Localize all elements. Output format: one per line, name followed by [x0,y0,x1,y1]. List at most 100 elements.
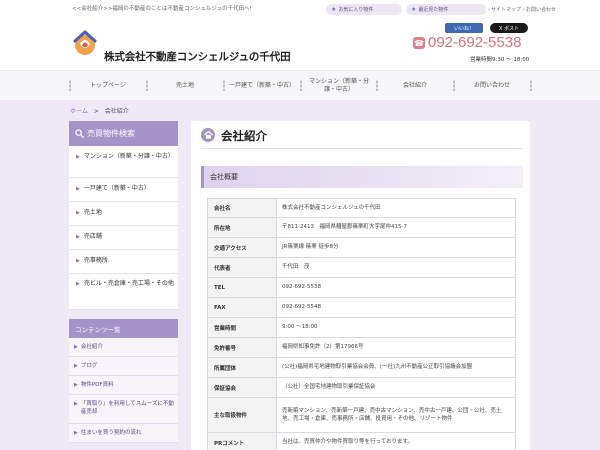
star-icon: ★ [411,6,417,13]
chevron-right-icon: ▶ [74,382,78,388]
row-label: 保証協会 [207,377,277,398]
table-row: 所在地 〒811-2413 福岡県糟屋郡篠栗町大字尾仲415-7 [207,217,516,238]
phone-number[interactable]: 092-692-5538 [428,34,521,51]
inquiry-label: お問い合わせ [526,7,557,13]
nav-item-mansion[interactable]: マンション（新築・分譲・中古） [305,71,373,101]
company-name[interactable]: 株式会社不動産コンシェルジュの千代田 [104,49,291,64]
row-label: PRコメント [207,432,277,450]
sidebar-item-mansion[interactable]: ▶ マンション（新築・分譲・中古） [69,146,178,178]
sitemap-label: サイトマップ [491,7,522,13]
x-post-button[interactable]: X ポスト [490,23,528,33]
star-icon: ★ [331,6,337,13]
inquiry-link[interactable]: ›お問い合わせ [523,6,556,13]
property-search-header: 売買物件検索 [69,121,178,146]
breadcrumb-home[interactable]: ホーム [70,108,88,115]
contents-header: コンテンツ一覧 [69,319,178,338]
sidebar-item-house[interactable]: ▶ 一戸建て（新築・中古） [69,178,178,202]
row-value: 〒811-2413 福岡県糟屋郡篠栗町大字尾仲415-7 [276,217,516,238]
chevron-right-icon: ▶ [76,258,80,264]
row-label: 営業時間 [207,317,277,338]
chevron-right-icon: ▶ [74,344,78,350]
table-row: TEL 092-692-5538 [207,277,516,298]
row-value: 092-692-5538 [276,277,516,298]
property-search-title: 売買物件検索 [87,129,135,138]
chevron-right-icon: ▶ [76,281,80,287]
chevron-right-icon: ▶ [74,430,78,436]
row-value: (公社)福岡県宅地建物取引業協会会員、(一社)九州不動産公正取引協議会加盟 [276,357,516,378]
sidebar-item-land[interactable]: ▶ 売土地 [69,202,178,226]
row-label: 代表者 [207,257,277,278]
nav-item-company[interactable]: 会社紹介 [380,71,450,101]
sitemap-link[interactable]: ›サイトマップ [488,6,521,13]
sidebar-item-label: 売事務所 [83,257,108,264]
sidebar: 売買物件検索 ▶ マンション（新築・分譲・中古） ▶ 一戸建て（新築・中古） ▶… [69,121,178,443]
section-title: 会社概要 [201,166,523,188]
chevron-right-icon: ▶ [76,186,80,192]
contents-item-label: ブログ [80,363,98,369]
row-label: 所属団体 [207,357,277,378]
company-info-table: 会社名 株式会社不動産コンシェルジュの千代田 所在地 〒811-2413 福岡県糟屋… [207,198,516,450]
nav-separator [376,80,378,91]
row-value: 当社は、売買仲介や物件買取り等を行っております。 [276,432,516,450]
table-row: 交通アクセス JR篠栗線 篠栗 徒歩8分 [207,237,516,258]
favorites-button[interactable]: ★ お気に入り物件 [326,4,402,15]
nav-item-top[interactable]: トップページ [73,71,143,101]
global-nav: トップページ 売土地 一戸建て（新築・中古） マンション（新築・分譲・中古） 会… [0,70,600,101]
contents-item-buyback[interactable]: ▶ 「買取り」を利用してスムーズに不動産売却 [69,395,178,424]
favorites-label: お気に入り物件 [338,7,374,13]
table-row: PRコメント 当社は、売買仲介や物件買取り等を行っております。 [207,432,516,450]
chevron-right-icon: ▶ [76,210,80,216]
row-label: FAX [207,297,277,318]
chevron-right-icon: › [523,7,525,13]
table-row: 保証協会 （公社）全国宅地建物取引業保証協会 [207,377,516,398]
top-strip: <<会社紹介>>福岡の不動産のことは不動産コンシェルジュの千代田へ! ★ お気に… [0,0,600,18]
table-row: 営業時間 9:00 ～18:00 [207,317,516,338]
nav-separator [300,80,302,91]
business-hours: 営業時間9:30 ～ 18:00 [470,57,530,63]
table-row: FAX 092-692-5548 [207,297,516,318]
row-value: 千代田 茂 [276,257,516,278]
contents-item-contract-flow[interactable]: ▶ 住まいを買う契約の流れ [69,424,178,443]
row-value: 福岡県知事免許（2）第17966号 [276,337,516,358]
nav-item-house[interactable]: 一戸建て（新築・中古） [227,71,297,101]
row-value: 株式会社不動産コンシェルジュの千代田 [276,198,516,218]
company-logo-icon[interactable] [70,27,100,59]
sidebar-item-shop[interactable]: ▶ 売店舗 [69,226,178,250]
nav-separator [146,80,148,91]
nav-item-land[interactable]: 売土地 [150,71,220,101]
chevron-right-icon: ▶ [74,401,78,407]
row-label: TEL [207,277,277,298]
recent-button[interactable]: ★ 最近見た物件 [406,4,486,15]
row-value: 売新築マンション、売新築一戸建、売中古マンション、売中古一戸建、公団・公社、売土… [276,397,516,433]
contents-item-blog[interactable]: ▶ ブログ [69,357,178,376]
chevron-right-icon: › [488,7,490,13]
table-row: 代表者 千代田 茂 [207,257,516,278]
nav-separator [530,80,532,91]
contents-item-label: 「買取り」を利用してスムーズに不動産売却 [80,401,174,416]
breadcrumb-current: 会社紹介 [104,108,129,115]
contents-item-label: 物件PDF資料 [80,382,114,388]
search-icon [75,129,84,138]
sidebar-item-office[interactable]: ▶ 売事務所 [69,250,178,274]
table-row: 主な取扱物件 売新築マンション、売新築一戸建、売中古マンション、売中古一戸建、公団… [207,397,516,433]
sidebar-item-label: 売ビル・売倉庫・売工場・その他 [83,280,174,287]
title-divider [201,148,523,149]
sidebar-item-label: 売店舗 [83,233,102,240]
main-content: 会社紹介 会社概要 会社名 株式会社不動産コンシェルジュの千代田 所在地 〒811-… [191,121,530,450]
sidebar-item-building[interactable]: ▶ 売ビル・売倉庫・売工場・その他 [69,274,178,310]
contents-item-company[interactable]: ▶ 会社紹介 [69,338,178,357]
table-row: 免許番号 福岡県知事免許（2）第17966号 [207,337,516,358]
row-label: 交通アクセス [207,237,277,258]
contents-list: ▶ 会社紹介 ▶ ブログ ▶ 物件PDF資料 ▶ 「買取り」を利用してスムーズに… [69,338,178,443]
nav-separator [69,80,71,91]
chevron-right-icon: ▶ [76,234,80,240]
contents-item-label: 住まいを買う契約の流れ [80,430,142,436]
facebook-like-button[interactable]: いいね！ [445,23,483,33]
contents-item-label: 会社紹介 [80,344,103,350]
contents-item-pdf[interactable]: ▶ 物件PDF資料 [69,376,178,395]
page-title: 会社紹介 [221,129,267,143]
nav-item-inquiry[interactable]: お問い合わせ [457,71,527,101]
sidebar-item-label: マンション（新築・分譲・中古） [83,153,174,160]
site-header: 株式会社不動産コンシェルジュの千代田 いいね！ X ポスト ☎ 092-692-… [0,18,600,70]
sidebar-item-label: 一戸建て（新築・中古） [83,185,150,192]
